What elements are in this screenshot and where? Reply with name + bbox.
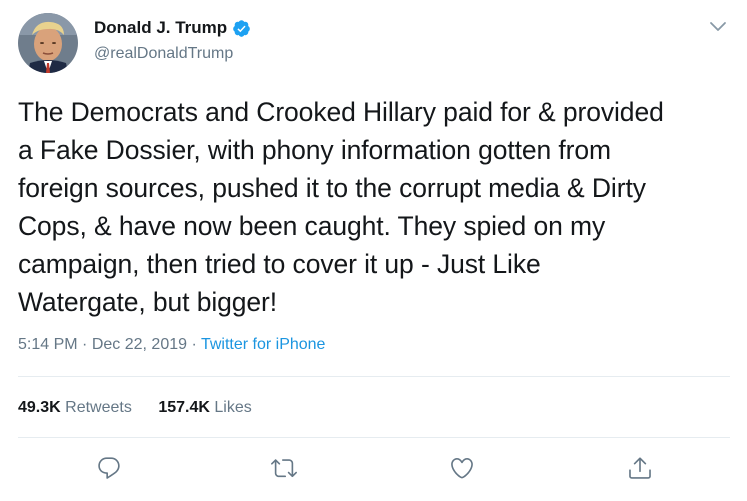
like-button[interactable] <box>449 455 475 481</box>
divider <box>18 376 730 377</box>
tweet-card: Donald J. Trump @realDonaldTrump The Dem… <box>0 0 747 501</box>
retweets-stat[interactable]: 49.3K Retweets <box>18 399 132 416</box>
like-icon <box>449 455 475 481</box>
verified-badge-icon <box>232 19 251 38</box>
likes-label: Likes <box>214 399 252 416</box>
retweets-count: 49.3K <box>18 399 61 416</box>
author-name-row[interactable]: Donald J. Trump <box>94 18 251 38</box>
retweet-icon <box>271 455 297 481</box>
share-icon <box>627 455 653 481</box>
chevron-down-icon[interactable] <box>707 18 729 36</box>
tweet-time[interactable]: 5:14 PM <box>18 336 78 353</box>
tweet-stats: 49.3K Retweets 157.4K Likes <box>18 398 274 418</box>
avatar-image <box>18 13 78 73</box>
likes-count: 157.4K <box>158 399 210 416</box>
retweets-label: Retweets <box>65 399 132 416</box>
avatar[interactable] <box>18 13 78 73</box>
tweet-metadata: 5:14 PM · Dec 22, 2019 · Twitter for iPh… <box>18 335 325 355</box>
likes-stat[interactable]: 157.4K Likes <box>158 399 251 416</box>
share-button[interactable] <box>627 455 653 481</box>
tweet-source-link[interactable]: Twitter for iPhone <box>201 336 326 353</box>
tweet-text: The Democrats and Crooked Hillary paid f… <box>18 97 664 317</box>
meta-separator: · <box>82 336 92 353</box>
reply-button[interactable] <box>96 455 122 481</box>
meta-separator: · <box>191 336 201 353</box>
divider <box>18 437 730 438</box>
author-handle[interactable]: @realDonaldTrump <box>94 44 233 64</box>
retweet-button[interactable] <box>271 455 297 481</box>
reply-icon <box>96 455 122 481</box>
tweet-date[interactable]: Dec 22, 2019 <box>92 336 187 353</box>
display-name[interactable]: Donald J. Trump <box>94 18 227 38</box>
